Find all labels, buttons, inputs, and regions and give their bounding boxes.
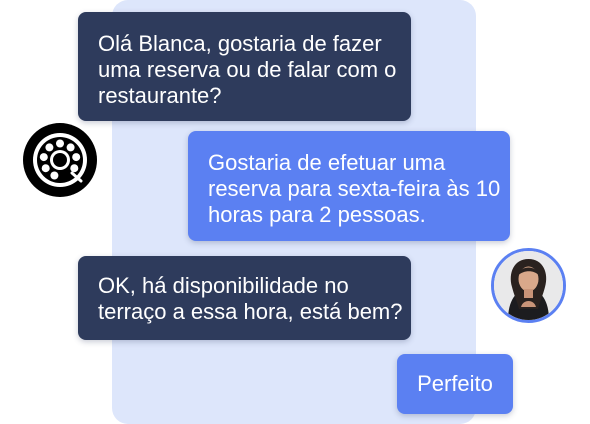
message-text-line: Gostaria de efetuar uma xyxy=(208,150,446,175)
message-text-line: uma reserva ou de falar com o xyxy=(98,57,397,82)
message-text-line: horas para 2 pessoas. xyxy=(208,202,426,227)
message-bubble-bot: Olá Blanca, gostaria de fazer uma reserv… xyxy=(78,12,411,121)
chat-illustration: Olá Blanca, gostaria de fazer uma reserv… xyxy=(0,0,590,424)
rotary-phone-icon xyxy=(23,123,97,197)
message-bubble-bot: OK, há disponibilidade no terraço a essa… xyxy=(78,256,411,340)
message-bubble-user: Perfeito xyxy=(397,354,513,414)
message-text-line: restaurante? xyxy=(98,83,222,108)
message-bubble-user: Gostaria de efetuar uma reserva para sex… xyxy=(188,131,510,241)
user-avatar xyxy=(491,248,566,323)
message-text-line: terraço a essa hora, está bem? xyxy=(98,299,403,324)
message-text-line: reserva para sexta-feira às 10 xyxy=(208,176,501,201)
message-text-line: OK, há disponibilidade no xyxy=(98,273,349,298)
message-text-line: Perfeito xyxy=(417,371,493,396)
message-text-line: Olá Blanca, gostaria de fazer xyxy=(98,31,382,56)
